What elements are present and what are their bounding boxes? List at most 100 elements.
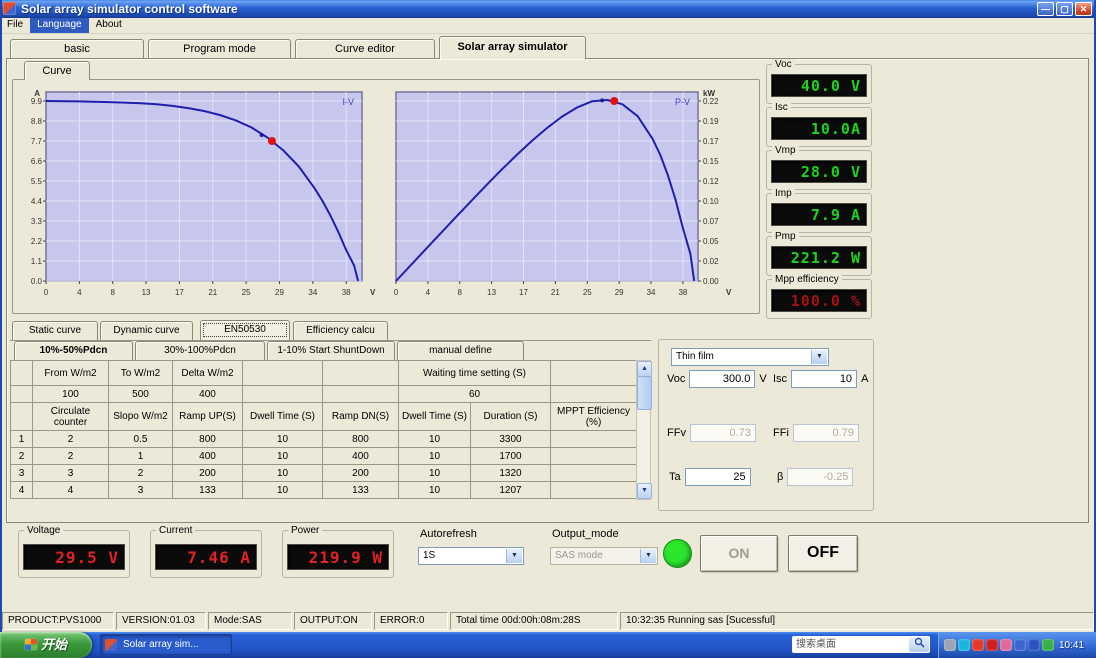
tray-icon-network[interactable] (1014, 639, 1026, 651)
isc-input[interactable]: 10 (791, 370, 858, 388)
grid-cell[interactable]: 10 (398, 430, 471, 448)
grid-header-cell (322, 360, 399, 386)
grid-cell[interactable]: 800 (172, 430, 243, 448)
grid-cell[interactable]: 1 (108, 447, 173, 465)
svg-text:8.8: 8.8 (31, 117, 43, 126)
grid-header-cell (242, 385, 323, 403)
grid-header-cell: Ramp DN(S) (322, 402, 399, 431)
grid-cell[interactable]: 133 (322, 481, 399, 499)
grid-cell[interactable] (550, 481, 637, 499)
grid-cell[interactable]: 400 (322, 447, 399, 465)
chevron-down-icon[interactable]: ▼ (811, 350, 827, 364)
menu-language[interactable]: Language (30, 18, 89, 33)
ffi-field: FFi 0.79 (773, 424, 859, 442)
grid-cell[interactable]: 2 (32, 430, 109, 448)
tray-icon-alert[interactable] (972, 639, 984, 651)
subtab-10-50-pdcn[interactable]: 10%-50%Pdcn (14, 341, 133, 360)
ta-input[interactable]: 25 (684, 468, 751, 486)
grid-cell[interactable]: 200 (172, 464, 243, 482)
tray-icon-security[interactable] (986, 639, 998, 651)
grid-cell[interactable]: 10 (398, 481, 471, 499)
task-app-icon (105, 639, 117, 651)
grid-cell[interactable]: 10 (398, 464, 471, 482)
svg-text:8: 8 (458, 288, 463, 297)
main-tab-solar-array-simulator[interactable]: Solar array simulator (439, 36, 586, 59)
grid-cell[interactable]: 200 (322, 464, 399, 482)
main-tab-program-mode[interactable]: Program mode (148, 39, 291, 58)
ffv-input: 0.73 (689, 424, 756, 442)
grid-cell[interactable]: 3 (108, 481, 173, 499)
grid-cell[interactable]: 2 (108, 464, 173, 482)
subtab-1-10-start-shuntdown[interactable]: 1-10% Start ShuntDown (267, 341, 395, 360)
subtab-manual-define[interactable]: manual define (397, 341, 524, 360)
menu-file[interactable]: File (0, 18, 30, 33)
readout-mpp-efficiency: Mpp efficiency 100.0 % (766, 274, 872, 319)
grid-cell[interactable] (550, 430, 637, 448)
panel-type-select[interactable]: Thin film ▼ (671, 348, 829, 366)
beta-label: β (777, 471, 784, 483)
main-tab-curve-editor[interactable]: Curve editor (295, 39, 435, 58)
grid-cell[interactable]: 800 (322, 430, 399, 448)
table-row: 3 3 2 200 10 200 10 1320 (10, 464, 637, 482)
grid-cell[interactable]: 1700 (470, 447, 551, 465)
close-button[interactable]: ✕ (1075, 2, 1092, 16)
grid-cell[interactable]: 10 (398, 447, 471, 465)
autorefresh-select[interactable]: 1S ▼ (418, 547, 524, 565)
grid-cell[interactable]: 2 (32, 447, 109, 465)
grid-cell[interactable]: 3 (32, 464, 109, 482)
grid-cell[interactable]: 10 (242, 464, 323, 482)
maximize-button[interactable]: ▢ (1056, 2, 1073, 16)
tray-icon-volume[interactable] (944, 639, 956, 651)
grid-scrollbar[interactable]: ▲ ▼ (636, 360, 652, 500)
tab-static-curve[interactable]: Static curve (12, 321, 98, 340)
chevron-down-icon[interactable]: ▼ (506, 549, 522, 563)
grid-cell[interactable]: 400 (172, 447, 243, 465)
start-button[interactable]: 开始 (0, 632, 92, 658)
tab-dynamic-curve[interactable]: Dynamic curve (100, 321, 193, 340)
main-tab-basic[interactable]: basic (10, 39, 144, 58)
tray-icon-messenger[interactable] (958, 639, 970, 651)
scroll-thumb[interactable] (637, 376, 652, 410)
scroll-down-arrow-icon[interactable]: ▼ (637, 483, 652, 499)
grid-cell[interactable]: 10 (242, 430, 323, 448)
grid-cell[interactable]: 10 (242, 447, 323, 465)
taskbar-item-solar-array[interactable]: Solar array sim... (100, 634, 232, 655)
status-bar: PRODUCT:PVS1000 VERSION:01.03 Mode:SAS O… (0, 611, 1096, 631)
grid-cell[interactable]: 133 (172, 481, 243, 499)
grid-header-cell: 500 (108, 385, 173, 403)
grid-cell[interactable]: 10 (242, 481, 323, 499)
voc-input[interactable]: 300.0 (689, 370, 756, 388)
grid-cell[interactable]: 1207 (470, 481, 551, 499)
output-mode-label: Output_mode (552, 528, 619, 540)
grid-cell[interactable] (550, 447, 637, 465)
title-bar[interactable]: Solar array simulator control software —… (0, 0, 1096, 18)
curve-tab[interactable]: Curve (24, 61, 90, 80)
taskbar-clock[interactable]: 10:41 (1059, 640, 1084, 651)
voc-unit: V (759, 373, 767, 385)
desktop-search-input[interactable]: 搜索桌面 (792, 636, 930, 653)
scroll-up-arrow-icon[interactable]: ▲ (637, 361, 652, 377)
minimize-button[interactable]: — (1037, 2, 1054, 16)
grid-cell[interactable]: 0.5 (108, 430, 173, 448)
grid-cell[interactable] (550, 464, 637, 482)
tray-icon-shield-green[interactable] (1042, 639, 1054, 651)
grid-cell[interactable]: 3300 (470, 430, 551, 448)
pv-chart-svg: 0 4 8 13 17 21 25 29 34 38 0.22 0.19 0.17 0.15 0.12 0.1… (394, 89, 732, 297)
search-icon[interactable] (909, 637, 929, 652)
svg-text:0.05: 0.05 (703, 237, 719, 246)
grid-cell[interactable]: 4 (32, 481, 109, 499)
subtab-30-100-pdcn[interactable]: 30%-100%Pdcn (135, 341, 265, 360)
tab-efficiency-calcu[interactable]: Efficiency calcu (293, 321, 388, 340)
status-mode: Mode:SAS (208, 612, 292, 630)
menu-about[interactable]: About (89, 18, 129, 33)
tab-en50530[interactable]: EN50530 (200, 320, 290, 340)
tray-icon-shield-blue[interactable] (1028, 639, 1040, 651)
ta-label: Ta (669, 471, 681, 483)
task-label: Solar array sim... (123, 639, 199, 650)
grid-header-row: Circulate counter Slopo W/m2 Ramp UP(S) Dwe… (10, 402, 637, 431)
readout-label: Isc (772, 102, 791, 113)
off-button[interactable]: OFF (788, 535, 858, 572)
grid-cell[interactable]: 1320 (470, 464, 551, 482)
svg-text:7.7: 7.7 (31, 137, 43, 146)
tray-icon-app[interactable] (1000, 639, 1012, 651)
